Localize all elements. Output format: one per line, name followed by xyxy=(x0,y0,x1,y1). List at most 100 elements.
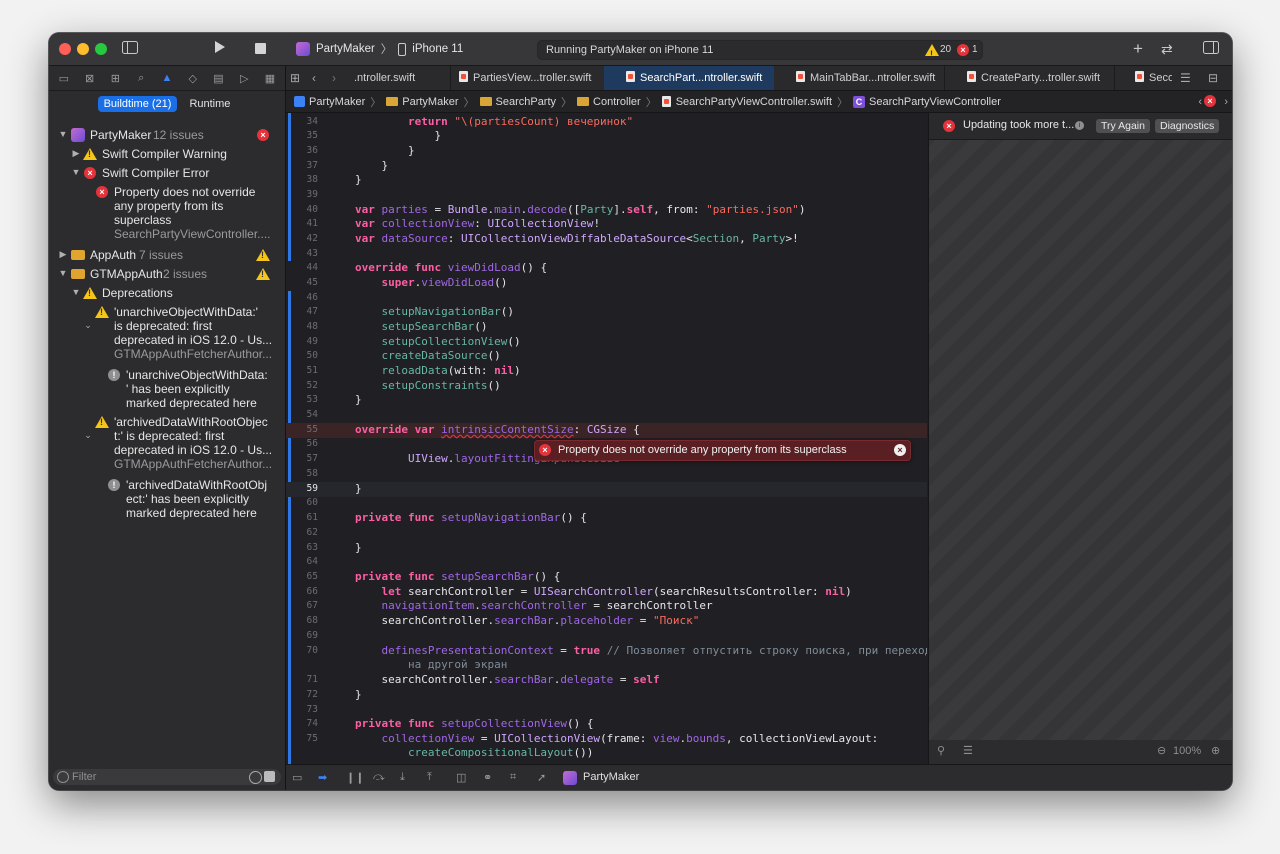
memory-graph-icon[interactable]: ⚭ xyxy=(483,771,492,784)
sidebar-toggle-icon[interactable] xyxy=(121,39,139,59)
segment-runtime[interactable]: Runtime xyxy=(183,96,236,112)
project-row-gtmappauth[interactable]: ▼ GTMAppAuth 2 issues xyxy=(49,265,285,283)
step-over-icon[interactable]: ⤼ xyxy=(373,771,385,784)
recent-icon[interactable] xyxy=(249,771,262,784)
chevron-down-icon[interactable]: ⌄ xyxy=(83,320,93,331)
chevron-down-icon[interactable]: ▼ xyxy=(71,287,81,297)
location-icon[interactable]: ➚ xyxy=(537,771,546,784)
split-editor-icon[interactable]: ⊟ xyxy=(1208,68,1218,88)
debug-target[interactable]: PartyMaker xyxy=(583,771,639,783)
group-row-warning[interactable]: ▶ Swift Compiler Warning xyxy=(49,145,285,163)
step-into-icon[interactable]: ⤓ xyxy=(400,771,405,784)
editor-options-icon[interactable]: ☰ xyxy=(1180,68,1191,88)
source-control-icon[interactable]: ⊠ xyxy=(81,72,99,85)
chevron-down-icon[interactable]: ⌄ xyxy=(83,430,93,441)
group-row-error[interactable]: ▼ × Swift Compiler Error xyxy=(49,164,285,182)
zoom-out-icon[interactable]: ⊖ xyxy=(1157,744,1166,757)
breakpoint-icon[interactable]: ▷ xyxy=(235,72,253,85)
tab-file[interactable]: MainTabBar...ntroller.swift xyxy=(774,66,944,90)
issue-text: ect:' has been explicitly xyxy=(126,492,250,506)
issue-row-warning[interactable]: ⌄ 'unarchiveObjectWithData:' is deprecat… xyxy=(49,303,285,365)
navigator-selector-bar: ▭ ⊠ ⊞ ⌕ ▲ ◇ ▤ ▷ ▦ xyxy=(49,66,285,91)
error-filter-icon[interactable] xyxy=(264,771,275,782)
filter-field[interactable]: Filter xyxy=(53,769,281,785)
run-icon[interactable] xyxy=(211,39,229,59)
code-line: var dataSource: UICollectionViewDiffable… xyxy=(355,232,799,245)
line-number: 59 xyxy=(306,483,318,494)
zoom-window-button[interactable] xyxy=(95,43,107,55)
try-again-button[interactable]: Try Again xyxy=(1096,119,1150,133)
project-row-appauth[interactable]: ▶ AppAuth 7 issues xyxy=(49,246,285,264)
jump-item[interactable]: PartyMaker xyxy=(309,96,365,108)
diagnostics-button[interactable]: Diagnostics xyxy=(1155,119,1220,133)
jump-item[interactable]: Controller xyxy=(593,96,641,108)
swap-editor-icon[interactable]: ⇄ xyxy=(1161,39,1173,59)
back-icon[interactable]: ‹ xyxy=(312,68,316,88)
previous-issue-icon[interactable]: ‹ xyxy=(1198,96,1202,108)
segment-buildtime[interactable]: Buildtime (21) xyxy=(97,96,178,112)
inspector-toggle-icon[interactable] xyxy=(1203,39,1219,59)
next-issue-icon[interactable]: › xyxy=(1224,96,1228,108)
close-window-button[interactable] xyxy=(59,43,71,55)
test-icon[interactable]: ◇ xyxy=(184,72,202,85)
breakpoints-toggle-icon[interactable]: ➡ xyxy=(318,771,327,784)
forward-icon[interactable]: › xyxy=(332,68,336,88)
search-icon[interactable]: ⌕ xyxy=(132,72,150,85)
close-icon[interactable]: × xyxy=(894,444,906,456)
code-line: } xyxy=(355,393,362,406)
list-icon[interactable]: ☰ xyxy=(963,744,973,757)
project-row-partymaker[interactable]: ▼ PartyMaker 12 issues × xyxy=(49,126,285,144)
folder-icon[interactable]: ▭ xyxy=(55,72,73,85)
source-editor[interactable]: 34 35 36 37 38 39 40 41 42 43 44 45 46 47 48 49 50 51 52 53… xyxy=(286,113,927,764)
add-icon[interactable]: + xyxy=(1133,39,1143,59)
zoom-in-icon[interactable]: ⊕ xyxy=(1211,744,1220,757)
issue-row-note[interactable]: ! 'unarchiveObjectWithData: ' has been e… xyxy=(49,366,285,412)
chevron-down-icon[interactable]: ▼ xyxy=(71,167,81,177)
chevron-down-icon[interactable]: ▼ xyxy=(58,129,68,139)
hide-debug-area-icon[interactable]: ▭ xyxy=(292,771,302,784)
zoom-level[interactable]: 100% xyxy=(1173,745,1201,757)
chevron-right-icon[interactable]: ▶ xyxy=(71,148,81,159)
view-hierarchy-icon[interactable]: ◫ xyxy=(456,771,466,784)
tab-file[interactable]: Seco xyxy=(1114,66,1172,90)
error-icon[interactable]: × xyxy=(1204,95,1216,107)
code-line: collectionView = UICollectionView(frame:… xyxy=(381,732,879,745)
pause-icon[interactable]: ❙❙ xyxy=(346,771,364,784)
issue-icon[interactable]: ▲ xyxy=(158,72,176,84)
report-icon[interactable]: ▦ xyxy=(261,72,279,85)
error-icon[interactable]: × xyxy=(957,44,969,56)
error-message: Property does not override any property … xyxy=(558,444,847,456)
jump-item[interactable]: SearchParty xyxy=(496,96,557,108)
warning-icon[interactable] xyxy=(925,44,939,63)
jump-item[interactable]: SearchPartyViewController xyxy=(869,96,1001,108)
tab-file[interactable]: CreateParty...troller.swift xyxy=(944,66,1114,90)
jump-item[interactable]: PartyMaker xyxy=(402,96,458,108)
pin-icon[interactable]: ⚲ xyxy=(937,744,945,757)
scheme-selector[interactable]: PartyMaker 〉 iPhone 11 xyxy=(296,41,463,57)
warning-count[interactable]: 20 xyxy=(940,41,951,59)
symbol-icon[interactable]: ⊞ xyxy=(106,72,124,85)
chevron-down-icon[interactable]: ▼ xyxy=(58,268,68,278)
debug-icon[interactable]: ▤ xyxy=(209,72,227,85)
jump-item[interactable]: SearchPartyViewController.swift xyxy=(676,96,832,108)
minimize-window-button[interactable] xyxy=(77,43,89,55)
info-icon[interactable]: i xyxy=(1075,121,1084,130)
line-number: 54 xyxy=(306,409,318,420)
error-count[interactable]: 1 xyxy=(972,41,978,59)
issue-row-error[interactable]: × Property does not override any propert… xyxy=(49,183,285,245)
tab-file[interactable]: PartiesView...troller.swift xyxy=(450,66,604,90)
stop-icon[interactable] xyxy=(251,39,269,59)
tab-file-active[interactable]: SearchPart...ntroller.swift xyxy=(604,66,774,90)
group-row-deprecations[interactable]: ▼ Deprecations xyxy=(49,284,285,302)
environment-icon[interactable]: ⌗ xyxy=(510,771,516,784)
issue-row-note[interactable]: ! 'archivedDataWithRootObj ect:' has bee… xyxy=(49,476,285,522)
step-out-icon[interactable]: ⤒ xyxy=(427,771,432,784)
tab-file[interactable]: .ntroller.swift xyxy=(354,66,450,90)
inline-error-bubble[interactable]: × Property does not override any propert… xyxy=(534,440,911,461)
current-line-highlight xyxy=(286,482,927,497)
issue-row-warning[interactable]: ⌄ 'archivedDataWithRootObjec t:' is depr… xyxy=(49,413,285,475)
grid-icon[interactable]: ⊞ xyxy=(290,68,300,88)
chevron-right-icon[interactable]: ▶ xyxy=(58,249,68,260)
chevron-right-icon: 〉 xyxy=(380,44,393,56)
code-line: reloadData(with: nil) xyxy=(381,364,521,377)
